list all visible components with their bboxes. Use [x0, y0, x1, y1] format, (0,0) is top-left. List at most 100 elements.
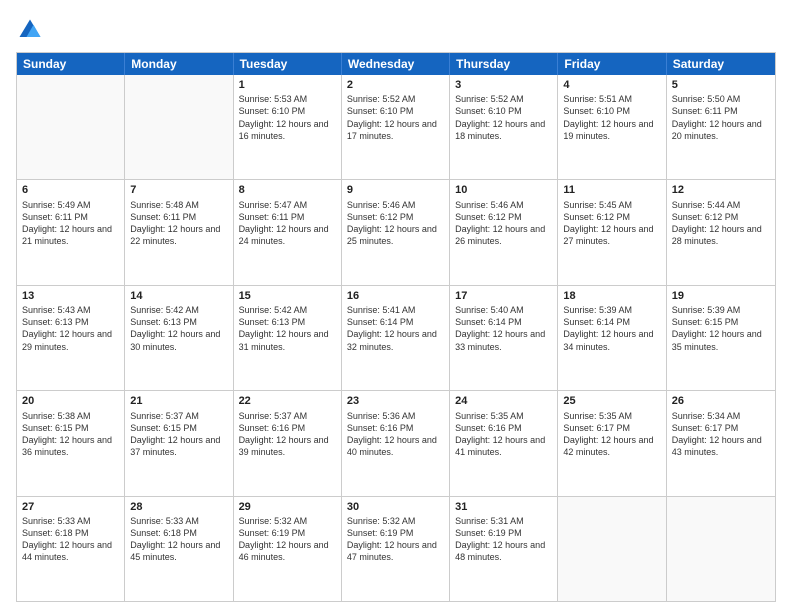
- day-number: 24: [455, 394, 552, 408]
- day-number: 31: [455, 500, 552, 514]
- day-cell-14: 14Sunrise: 5:42 AM Sunset: 6:13 PM Dayli…: [125, 286, 233, 390]
- day-number: 15: [239, 289, 336, 303]
- day-info: Sunrise: 5:34 AM Sunset: 6:17 PM Dayligh…: [672, 410, 770, 459]
- calendar-row-5: 27Sunrise: 5:33 AM Sunset: 6:18 PM Dayli…: [17, 496, 775, 601]
- header-day-sunday: Sunday: [17, 53, 125, 75]
- calendar-body: 1Sunrise: 5:53 AM Sunset: 6:10 PM Daylig…: [17, 75, 775, 601]
- day-number: 18: [563, 289, 660, 303]
- header-day-thursday: Thursday: [450, 53, 558, 75]
- day-cell-19: 19Sunrise: 5:39 AM Sunset: 6:15 PM Dayli…: [667, 286, 775, 390]
- day-info: Sunrise: 5:37 AM Sunset: 6:15 PM Dayligh…: [130, 410, 227, 459]
- day-number: 28: [130, 500, 227, 514]
- day-number: 12: [672, 183, 770, 197]
- calendar-row-3: 13Sunrise: 5:43 AM Sunset: 6:13 PM Dayli…: [17, 285, 775, 390]
- header-day-wednesday: Wednesday: [342, 53, 450, 75]
- day-number: 6: [22, 183, 119, 197]
- header-day-monday: Monday: [125, 53, 233, 75]
- day-cell-13: 13Sunrise: 5:43 AM Sunset: 6:13 PM Dayli…: [17, 286, 125, 390]
- empty-cell: [558, 497, 666, 601]
- day-cell-28: 28Sunrise: 5:33 AM Sunset: 6:18 PM Dayli…: [125, 497, 233, 601]
- day-cell-27: 27Sunrise: 5:33 AM Sunset: 6:18 PM Dayli…: [17, 497, 125, 601]
- day-number: 10: [455, 183, 552, 197]
- day-number: 25: [563, 394, 660, 408]
- day-number: 29: [239, 500, 336, 514]
- day-cell-2: 2Sunrise: 5:52 AM Sunset: 6:10 PM Daylig…: [342, 75, 450, 179]
- day-info: Sunrise: 5:48 AM Sunset: 6:11 PM Dayligh…: [130, 199, 227, 248]
- day-info: Sunrise: 5:51 AM Sunset: 6:10 PM Dayligh…: [563, 93, 660, 142]
- day-number: 1: [239, 78, 336, 92]
- day-cell-22: 22 Sunrise: 5:37 AM Sunset: 6:16 PM Dayli…: [234, 391, 342, 495]
- day-cell-21: 21 Sunrise: 5:37 AM Sunset: 6:15 PM Dayli…: [125, 391, 233, 495]
- day-number: 23: [347, 394, 444, 408]
- day-cell-15: 15Sunrise: 5:42 AM Sunset: 6:13 PM Dayli…: [234, 286, 342, 390]
- day-cell-20: 20 Sunrise: 5:38 AM Sunset: 6:15 PM Dayli…: [17, 391, 125, 495]
- day-info: Sunrise: 5:46 AM Sunset: 6:12 PM Dayligh…: [347, 199, 444, 248]
- day-cell-12: 12Sunrise: 5:44 AM Sunset: 6:12 PM Dayli…: [667, 180, 775, 284]
- day-number: 13: [22, 289, 119, 303]
- day-info: Sunrise: 5:33 AM Sunset: 6:18 PM Dayligh…: [22, 515, 119, 564]
- day-cell-9: 9 Sunrise: 5:46 AM Sunset: 6:12 PM Daylig…: [342, 180, 450, 284]
- day-number: 21: [130, 394, 227, 408]
- day-info: Sunrise: 5:42 AM Sunset: 6:13 PM Dayligh…: [130, 304, 227, 353]
- calendar-row-2: 6 Sunrise: 5:49 AM Sunset: 6:11 PM Daylig…: [17, 179, 775, 284]
- day-info: Sunrise: 5:36 AM Sunset: 6:16 PM Dayligh…: [347, 410, 444, 459]
- header-day-saturday: Saturday: [667, 53, 775, 75]
- day-info: Sunrise: 5:52 AM Sunset: 6:10 PM Dayligh…: [347, 93, 444, 142]
- day-info: Sunrise: 5:31 AM Sunset: 6:19 PM Dayligh…: [455, 515, 552, 564]
- day-number: 7: [130, 183, 227, 197]
- day-info: Sunrise: 5:35 AM Sunset: 6:16 PM Dayligh…: [455, 410, 552, 459]
- calendar-row-4: 20 Sunrise: 5:38 AM Sunset: 6:15 PM Dayli…: [17, 390, 775, 495]
- day-number: 16: [347, 289, 444, 303]
- day-info: Sunrise: 5:46 AM Sunset: 6:12 PM Dayligh…: [455, 199, 552, 248]
- day-info: Sunrise: 5:40 AM Sunset: 6:14 PM Dayligh…: [455, 304, 552, 353]
- day-number: 22: [239, 394, 336, 408]
- page: SundayMondayTuesdayWednesdayThursdayFrid…: [0, 0, 792, 612]
- day-info: Sunrise: 5:49 AM Sunset: 6:11 PM Dayligh…: [22, 199, 119, 248]
- header-day-tuesday: Tuesday: [234, 53, 342, 75]
- day-number: 17: [455, 289, 552, 303]
- day-cell-3: 3Sunrise: 5:52 AM Sunset: 6:10 PM Daylig…: [450, 75, 558, 179]
- day-number: 2: [347, 78, 444, 92]
- day-number: 9: [347, 183, 444, 197]
- day-cell-30: 30Sunrise: 5:32 AM Sunset: 6:19 PM Dayli…: [342, 497, 450, 601]
- day-info: Sunrise: 5:50 AM Sunset: 6:11 PM Dayligh…: [672, 93, 770, 142]
- day-cell-23: 23 Sunrise: 5:36 AM Sunset: 6:16 PM Dayli…: [342, 391, 450, 495]
- calendar-header: SundayMondayTuesdayWednesdayThursdayFrid…: [17, 53, 775, 75]
- day-number: 11: [563, 183, 660, 197]
- empty-cell: [17, 75, 125, 179]
- day-info: Sunrise: 5:41 AM Sunset: 6:14 PM Dayligh…: [347, 304, 444, 353]
- day-cell-10: 10 Sunrise: 5:46 AM Sunset: 6:12 PM Dayli…: [450, 180, 558, 284]
- day-cell-18: 18Sunrise: 5:39 AM Sunset: 6:14 PM Dayli…: [558, 286, 666, 390]
- day-info: Sunrise: 5:39 AM Sunset: 6:14 PM Dayligh…: [563, 304, 660, 353]
- calendar: SundayMondayTuesdayWednesdayThursdayFrid…: [16, 52, 776, 602]
- day-number: 8: [239, 183, 336, 197]
- day-info: Sunrise: 5:52 AM Sunset: 6:10 PM Dayligh…: [455, 93, 552, 142]
- header: [16, 16, 776, 44]
- header-day-friday: Friday: [558, 53, 666, 75]
- empty-cell: [667, 497, 775, 601]
- day-number: 5: [672, 78, 770, 92]
- day-info: Sunrise: 5:38 AM Sunset: 6:15 PM Dayligh…: [22, 410, 119, 459]
- day-cell-8: 8Sunrise: 5:47 AM Sunset: 6:11 PM Daylig…: [234, 180, 342, 284]
- day-cell-25: 25 Sunrise: 5:35 AM Sunset: 6:17 PM Dayli…: [558, 391, 666, 495]
- day-cell-6: 6 Sunrise: 5:49 AM Sunset: 6:11 PM Daylig…: [17, 180, 125, 284]
- day-cell-31: 31Sunrise: 5:31 AM Sunset: 6:19 PM Dayli…: [450, 497, 558, 601]
- empty-cell: [125, 75, 233, 179]
- day-info: Sunrise: 5:53 AM Sunset: 6:10 PM Dayligh…: [239, 93, 336, 142]
- day-info: Sunrise: 5:42 AM Sunset: 6:13 PM Dayligh…: [239, 304, 336, 353]
- day-number: 19: [672, 289, 770, 303]
- day-info: Sunrise: 5:35 AM Sunset: 6:17 PM Dayligh…: [563, 410, 660, 459]
- day-cell-24: 24 Sunrise: 5:35 AM Sunset: 6:16 PM Dayli…: [450, 391, 558, 495]
- day-info: Sunrise: 5:37 AM Sunset: 6:16 PM Dayligh…: [239, 410, 336, 459]
- day-number: 26: [672, 394, 770, 408]
- day-info: Sunrise: 5:45 AM Sunset: 6:12 PM Dayligh…: [563, 199, 660, 248]
- logo: [16, 16, 48, 44]
- day-info: Sunrise: 5:32 AM Sunset: 6:19 PM Dayligh…: [347, 515, 444, 564]
- day-number: 20: [22, 394, 119, 408]
- day-info: Sunrise: 5:39 AM Sunset: 6:15 PM Dayligh…: [672, 304, 770, 353]
- day-info: Sunrise: 5:33 AM Sunset: 6:18 PM Dayligh…: [130, 515, 227, 564]
- day-cell-11: 11 Sunrise: 5:45 AM Sunset: 6:12 PM Dayli…: [558, 180, 666, 284]
- calendar-row-1: 1Sunrise: 5:53 AM Sunset: 6:10 PM Daylig…: [17, 75, 775, 179]
- day-cell-29: 29Sunrise: 5:32 AM Sunset: 6:19 PM Dayli…: [234, 497, 342, 601]
- logo-icon: [16, 16, 44, 44]
